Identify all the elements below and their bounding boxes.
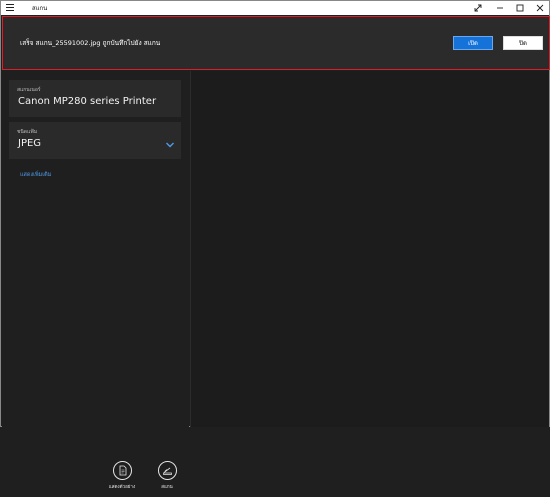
settings-panel: สแกนเนอร์ Canon MP280 series Printer ชนิ…	[2, 71, 189, 490]
scan-complete-banner: เสร็จ สแกน_25591002.jpg ถูกบันทึกไปยัง ส…	[2, 16, 550, 70]
file-type-dropdown[interactable]: ชนิดแฟ้ม JPEG	[9, 122, 181, 159]
scan-label: สแกน	[161, 485, 173, 490]
scanner-icon	[157, 461, 177, 480]
close-button[interactable]: ปิด	[503, 36, 543, 50]
file-type-value: JPEG	[18, 138, 42, 149]
close-icon[interactable]	[529, 1, 550, 15]
chevron-down-icon	[166, 142, 174, 148]
minimize-icon[interactable]	[489, 1, 511, 15]
title-bar: สแกน	[1, 1, 549, 15]
window-title: สแกน	[32, 5, 48, 12]
file-type-label: ชนิดแฟ้ม	[17, 129, 38, 135]
scanner-label: สแกนเนอร์	[17, 87, 41, 93]
hamburger-menu-icon[interactable]	[6, 4, 14, 12]
scan-button[interactable]: สแกน	[150, 461, 184, 497]
scan-preview-area	[190, 71, 549, 427]
open-button[interactable]: เปิด	[453, 36, 493, 50]
scan-app-window: สแกน เสร็จ สแกน_25591002.jpg ถูกบันทึกไป…	[0, 0, 550, 490]
scanner-selector[interactable]: สแกนเนอร์ Canon MP280 series Printer	[9, 80, 181, 117]
show-more-link[interactable]: แสดงเพิ่มเติม	[20, 171, 51, 179]
expand-icon[interactable]	[467, 1, 489, 15]
preview-button[interactable]: แสดงตัวอย่าง	[105, 461, 139, 497]
preview-label: แสดงตัวอย่าง	[108, 485, 136, 490]
scanner-value: Canon MP280 series Printer	[18, 96, 157, 107]
banner-message: เสร็จ สแกน_25591002.jpg ถูกบันทึกไปยัง ส…	[20, 39, 161, 47]
maximize-icon[interactable]	[509, 1, 531, 15]
preview-icon	[112, 461, 132, 480]
